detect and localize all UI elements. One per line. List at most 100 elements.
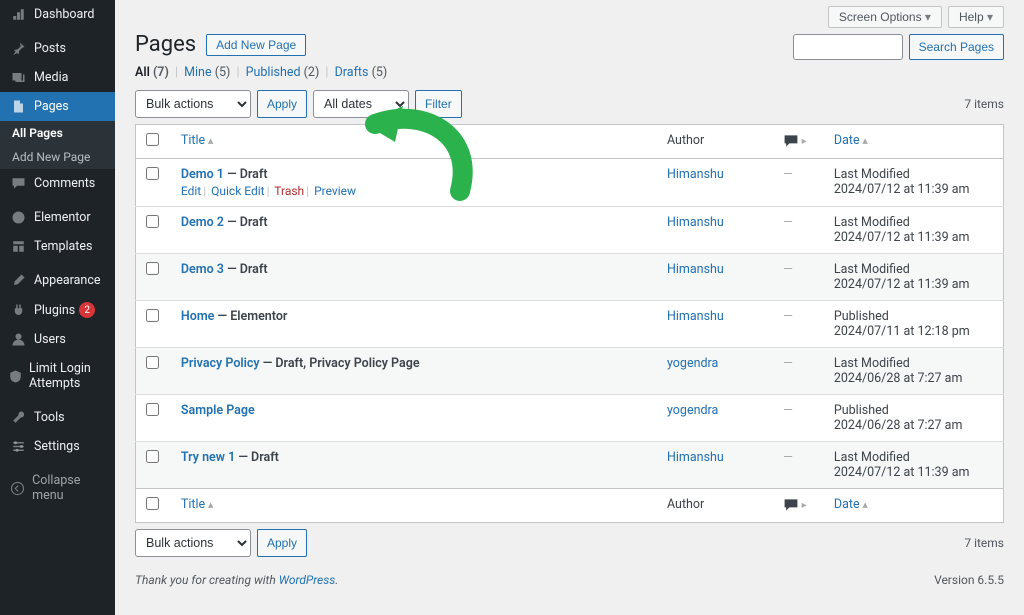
sidebar-item-label: Tools — [34, 410, 65, 425]
select-all-checkbox-footer[interactable] — [146, 497, 159, 510]
row-checkbox[interactable] — [146, 167, 159, 180]
page-title-link[interactable]: Privacy Policy — [181, 356, 260, 371]
comment-count: — — [783, 309, 793, 324]
sidebar-item-plugins[interactable]: Plugins2 — [0, 295, 115, 325]
trash-link[interactable]: Trash — [274, 184, 304, 198]
pages-table: Title Author Date Demo 1 — Draft Edit| Q… — [135, 124, 1004, 523]
screen-options-button[interactable]: Screen Options — [828, 6, 942, 28]
elementor-icon — [8, 210, 28, 225]
sidebar-item-limit-login[interactable]: Limit Login Attempts — [0, 354, 115, 398]
filter-published[interactable]: Published (2) — [246, 65, 320, 80]
row-checkbox[interactable] — [146, 309, 159, 322]
table-row: Try new 1 — Draft Himanshu — Last Modifi… — [136, 442, 1004, 489]
sliders-icon — [8, 439, 28, 454]
sidebar-item-label: Collapse menu — [32, 473, 107, 503]
table-row: Privacy Policy — Draft, Privacy Policy P… — [136, 348, 1004, 395]
wordpress-link[interactable]: WordPress — [279, 573, 336, 587]
sidebar-item-elementor[interactable]: Elementor — [0, 203, 115, 232]
page-title-link[interactable]: Try new 1 — [181, 450, 235, 465]
wrench-icon — [8, 410, 28, 425]
post-state: — Draft — [227, 215, 267, 230]
sidebar-item-users[interactable]: Users — [0, 325, 115, 354]
edit-link[interactable]: Edit — [181, 184, 201, 198]
page-title-link[interactable]: Demo 2 — [181, 215, 224, 230]
sidebar-item-collapse[interactable]: Collapse menu — [0, 466, 115, 510]
row-checkbox[interactable] — [146, 215, 159, 228]
apply-button-bottom[interactable]: Apply — [257, 529, 307, 557]
date-label: Last Modified — [834, 215, 910, 230]
author-link[interactable]: Himanshu — [667, 450, 724, 465]
page-title-link[interactable]: Demo 1 — [181, 167, 224, 182]
page-title-link[interactable]: Sample Page — [181, 403, 255, 418]
search-input[interactable] — [793, 34, 903, 60]
sidebar-item-label: Posts — [34, 41, 66, 56]
row-checkbox[interactable] — [146, 403, 159, 416]
col-title-footer[interactable]: Title — [181, 497, 214, 512]
dashboard-icon — [8, 7, 28, 22]
filter-mine[interactable]: Mine (5) — [184, 65, 230, 80]
author-link[interactable]: Himanshu — [667, 215, 724, 230]
sidebar-item-label: Settings — [34, 439, 80, 454]
table-row: Demo 2 — Draft Himanshu — Last Modified2… — [136, 207, 1004, 254]
sidebar-item-label: Dashboard — [34, 7, 94, 22]
author-link[interactable]: yogendra — [667, 403, 718, 418]
dates-select[interactable]: All dates — [313, 90, 409, 118]
version-label: Version 6.5.5 — [934, 573, 1004, 587]
col-date[interactable]: Date — [834, 133, 868, 148]
author-link[interactable]: Himanshu — [667, 167, 724, 182]
date-label: Last Modified — [834, 262, 910, 277]
sidebar-sub-add-new[interactable]: Add New Page — [0, 145, 115, 169]
sidebar-sub-all-pages[interactable]: All Pages — [0, 121, 115, 145]
templates-icon — [8, 239, 28, 254]
filter-drafts[interactable]: Drafts (5) — [335, 65, 388, 80]
pin-icon — [8, 41, 28, 56]
add-new-page-button[interactable]: Add New Page — [206, 34, 306, 56]
author-link[interactable]: Himanshu — [667, 309, 724, 324]
table-row: Demo 3 — Draft Himanshu — Last Modified2… — [136, 254, 1004, 301]
sidebar-item-tools[interactable]: Tools — [0, 403, 115, 432]
sidebar-item-appearance[interactable]: Appearance — [0, 266, 115, 295]
bulk-actions-select-bottom[interactable]: Bulk actions — [135, 529, 251, 557]
sidebar-item-comments[interactable]: Comments — [0, 169, 115, 198]
select-all-checkbox[interactable] — [146, 133, 159, 146]
filter-button[interactable]: Filter — [415, 90, 462, 118]
post-state: — Elementor — [218, 309, 288, 324]
col-author: Author — [657, 125, 773, 159]
post-state: — Draft — [238, 450, 278, 465]
author-link[interactable]: Himanshu — [667, 262, 724, 277]
comment-icon — [8, 176, 28, 191]
sidebar-item-pages[interactable]: Pages — [0, 92, 115, 121]
plug-icon — [8, 303, 28, 318]
sidebar-item-dashboard[interactable]: Dashboard — [0, 0, 115, 29]
author-link[interactable]: yogendra — [667, 356, 718, 371]
comment-icon[interactable] — [783, 133, 807, 148]
row-checkbox[interactable] — [146, 356, 159, 369]
filter-all[interactable]: All (7) — [135, 65, 169, 80]
bulk-actions-select[interactable]: Bulk actions — [135, 90, 251, 118]
post-state: — Draft, Privacy Policy Page — [263, 356, 420, 371]
comment-icon[interactable] — [783, 497, 807, 512]
search-pages-button[interactable]: Search Pages — [909, 34, 1004, 60]
sidebar-item-posts[interactable]: Posts — [0, 34, 115, 63]
shield-icon — [8, 369, 23, 384]
sidebar-item-templates[interactable]: Templates — [0, 232, 115, 261]
sidebar-item-settings[interactable]: Settings — [0, 432, 115, 461]
col-date-footer[interactable]: Date — [834, 497, 868, 512]
collapse-icon — [8, 481, 26, 496]
comment-count: — — [783, 215, 793, 230]
row-checkbox[interactable] — [146, 450, 159, 463]
date-value: 2024/07/11 at 12:18 pm — [834, 324, 970, 339]
page-title-link[interactable]: Demo 3 — [181, 262, 224, 277]
date-label: Published — [834, 403, 889, 418]
page-title-link[interactable]: Home — [181, 309, 215, 324]
pages-icon — [8, 99, 28, 114]
sidebar-item-media[interactable]: Media — [0, 63, 115, 92]
help-button[interactable]: Help — [948, 6, 1004, 28]
sidebar-item-label: Plugins — [34, 303, 75, 318]
table-row: Demo 1 — Draft Edit| Quick Edit| Trash| … — [136, 159, 1004, 207]
row-checkbox[interactable] — [146, 262, 159, 275]
preview-link[interactable]: Preview — [314, 184, 356, 198]
quick-edit-link[interactable]: Quick Edit — [211, 184, 264, 198]
apply-button[interactable]: Apply — [257, 90, 307, 118]
col-title[interactable]: Title — [181, 133, 214, 148]
